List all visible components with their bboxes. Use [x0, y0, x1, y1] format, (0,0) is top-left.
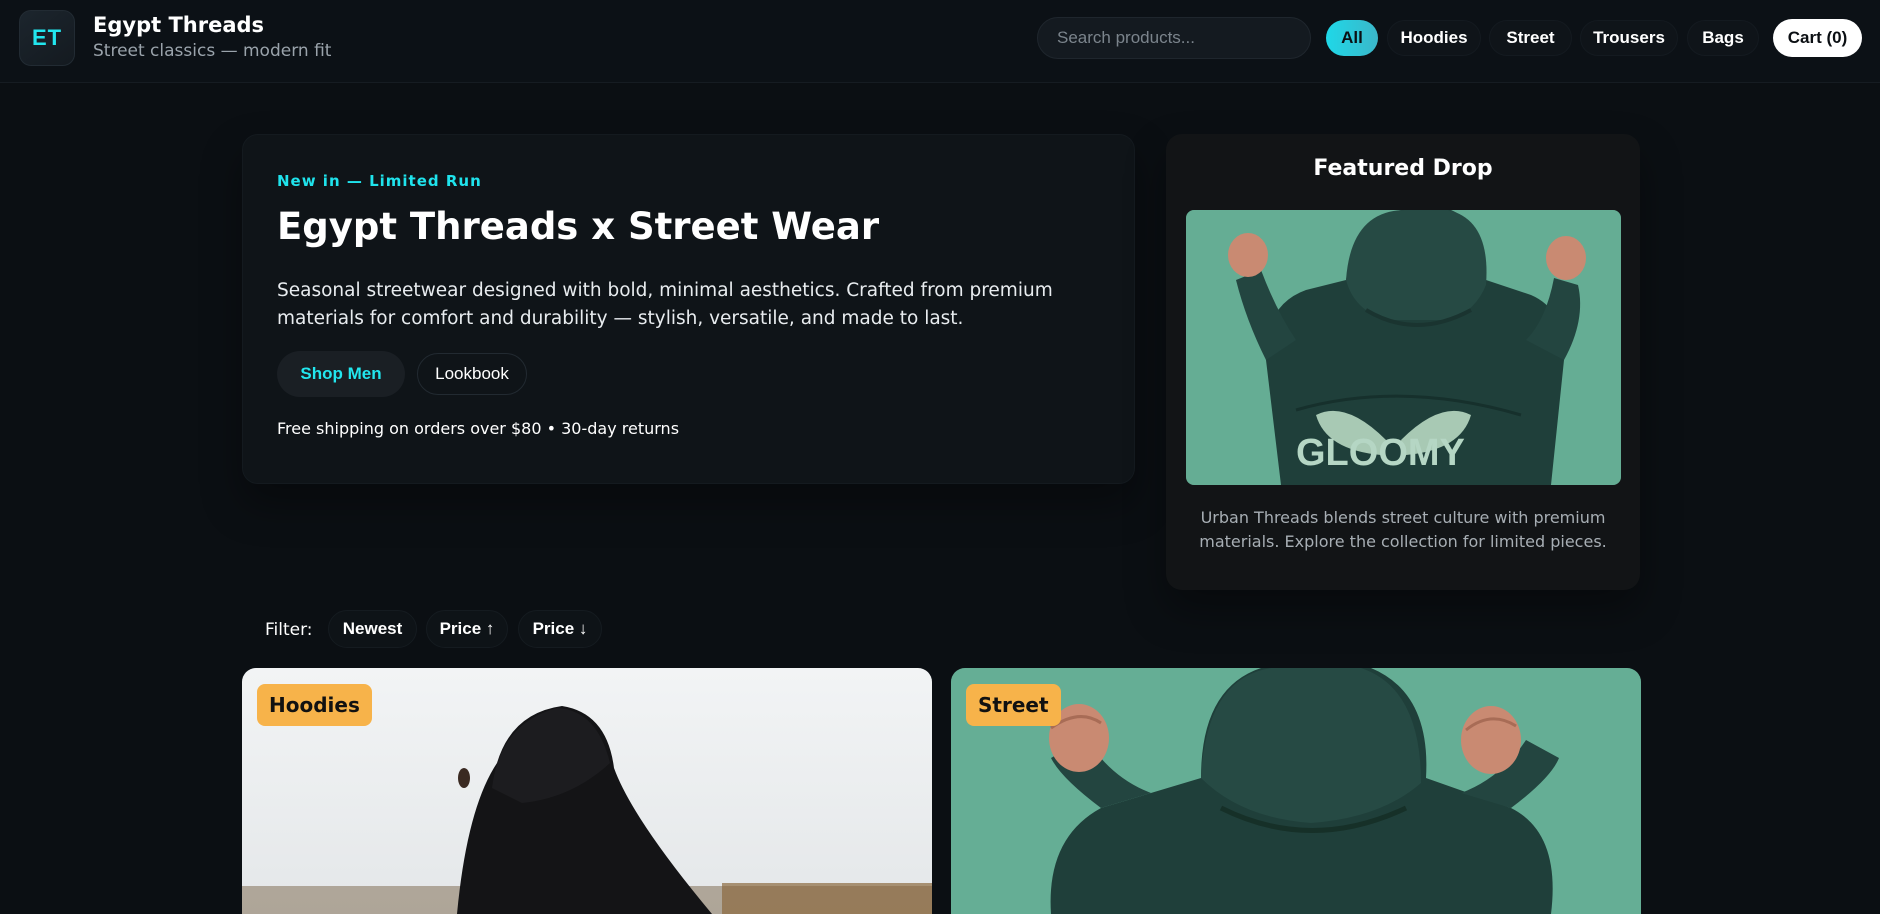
lookbook-button[interactable]: Lookbook: [417, 353, 527, 395]
brand-logo[interactable]: ET: [19, 10, 75, 66]
brand-subtitle: Street classics — modern fit: [93, 41, 332, 61]
filter-newest-button[interactable]: Newest: [328, 610, 417, 648]
featured-drop-card: Featured Drop GLOOMY Urban Threads blend…: [1166, 134, 1640, 590]
category-street-button[interactable]: Street: [1489, 20, 1572, 56]
product-tag-hoodies: Hoodies: [257, 684, 372, 726]
hero-eyebrow: New in — Limited Run: [277, 172, 482, 190]
category-bags-button[interactable]: Bags: [1687, 20, 1759, 56]
filter-price-asc-button[interactable]: Price ↑: [426, 610, 508, 648]
product-card-street[interactable]: Street: [951, 668, 1641, 914]
filter-label: Filter:: [265, 620, 313, 640]
brand-title[interactable]: Egypt Threads: [93, 13, 264, 37]
featured-title: Featured Drop: [1313, 156, 1493, 181]
featured-product-image[interactable]: GLOOMY: [1186, 210, 1621, 485]
category-trousers-button[interactable]: Trousers: [1580, 20, 1678, 56]
hero-description: Seasonal streetwear designed with bold, …: [277, 280, 1053, 329]
category-all-button[interactable]: All: [1326, 20, 1378, 56]
product-tag-street: Street: [966, 684, 1061, 726]
shop-men-button[interactable]: Shop Men: [277, 351, 405, 397]
gloomy-print-text: GLOOMY: [1296, 432, 1465, 474]
hero-title: Egypt Threads x Street Wear: [277, 205, 880, 248]
shipping-note: Free shipping on orders over $80 • 30-da…: [277, 419, 680, 438]
featured-description: Urban Threads blends street culture with…: [1199, 508, 1607, 551]
search-input[interactable]: [1037, 17, 1311, 59]
category-hoodies-button[interactable]: Hoodies: [1387, 20, 1481, 56]
filter-price-desc-button[interactable]: Price ↓: [518, 610, 602, 648]
cart-button[interactable]: Cart (0): [1773, 19, 1862, 57]
product-card-hoodies[interactable]: Hoodies: [242, 668, 932, 914]
site-header: ET Egypt Threads Street classics — moder…: [0, 0, 1880, 83]
hero-panel: New in — Limited Run Egypt Threads x Str…: [242, 134, 1135, 484]
